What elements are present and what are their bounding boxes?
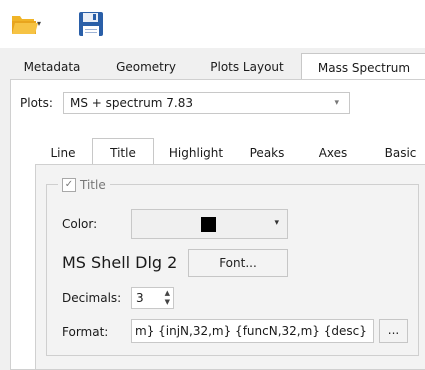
- tab-highlight[interactable]: Highlight: [162, 141, 230, 165]
- title-checkbox-label: Title: [80, 178, 106, 192]
- format-label: Format:: [62, 325, 109, 339]
- floppy-save-icon: [79, 12, 103, 36]
- decimals-label: Decimals:: [62, 291, 122, 305]
- tab-metadata[interactable]: Metadata: [14, 55, 90, 79]
- folder-open-icon: [12, 16, 38, 34]
- toolbar: [0, 0, 425, 48]
- tab-line[interactable]: Line: [42, 141, 84, 165]
- decimals-spinbox[interactable]: 3 ▲ ▼: [131, 287, 174, 309]
- tab-basic[interactable]: Basic: [376, 141, 425, 165]
- title-checkbox[interactable]: ✓ Title: [58, 176, 110, 194]
- chevron-down-icon: ▾: [274, 218, 279, 228]
- color-picker-button[interactable]: ▾: [131, 209, 288, 239]
- font-button[interactable]: Font...: [188, 249, 288, 277]
- tab-title[interactable]: Title: [92, 138, 154, 165]
- main-tab-bar: Metadata Geometry Plots Layout Mass Spec…: [0, 53, 425, 80]
- color-label: Color:: [62, 217, 98, 231]
- plots-select[interactable]: MS + spectrum 7.83 ▾: [63, 92, 350, 114]
- open-button[interactable]: [11, 12, 39, 36]
- tab-peaks[interactable]: Peaks: [242, 141, 292, 165]
- color-swatch: [201, 217, 216, 232]
- tab-geometry[interactable]: Geometry: [104, 55, 188, 79]
- format-input-value: m} {injN,32,m} {funcN,32,m} {desc}: [135, 324, 367, 338]
- spin-arrows-icon[interactable]: ▲ ▼: [165, 289, 170, 307]
- format-input[interactable]: m} {injN,32,m} {funcN,32,m} {desc}: [131, 319, 374, 343]
- plots-label: Plots:: [20, 96, 53, 110]
- tab-plots-layout[interactable]: Plots Layout: [200, 55, 294, 79]
- tab-axes[interactable]: Axes: [310, 141, 356, 165]
- decimals-value: 3: [136, 291, 144, 305]
- checkbox-checked-icon: ✓: [62, 178, 76, 192]
- tab-mass-spectrum[interactable]: Mass Spectrum: [301, 53, 425, 80]
- chevron-down-icon: ▾: [334, 98, 339, 108]
- plots-select-value: MS + spectrum 7.83: [70, 96, 193, 110]
- sub-tab-bar: Line Title Highlight Peaks Axes Basic: [42, 138, 425, 165]
- format-browse-button[interactable]: ...: [379, 319, 408, 343]
- open-dropdown-arrow-icon[interactable]: ▾: [37, 19, 41, 28]
- font-name-label: MS Shell Dlg 2: [62, 253, 178, 272]
- save-button[interactable]: [78, 11, 104, 37]
